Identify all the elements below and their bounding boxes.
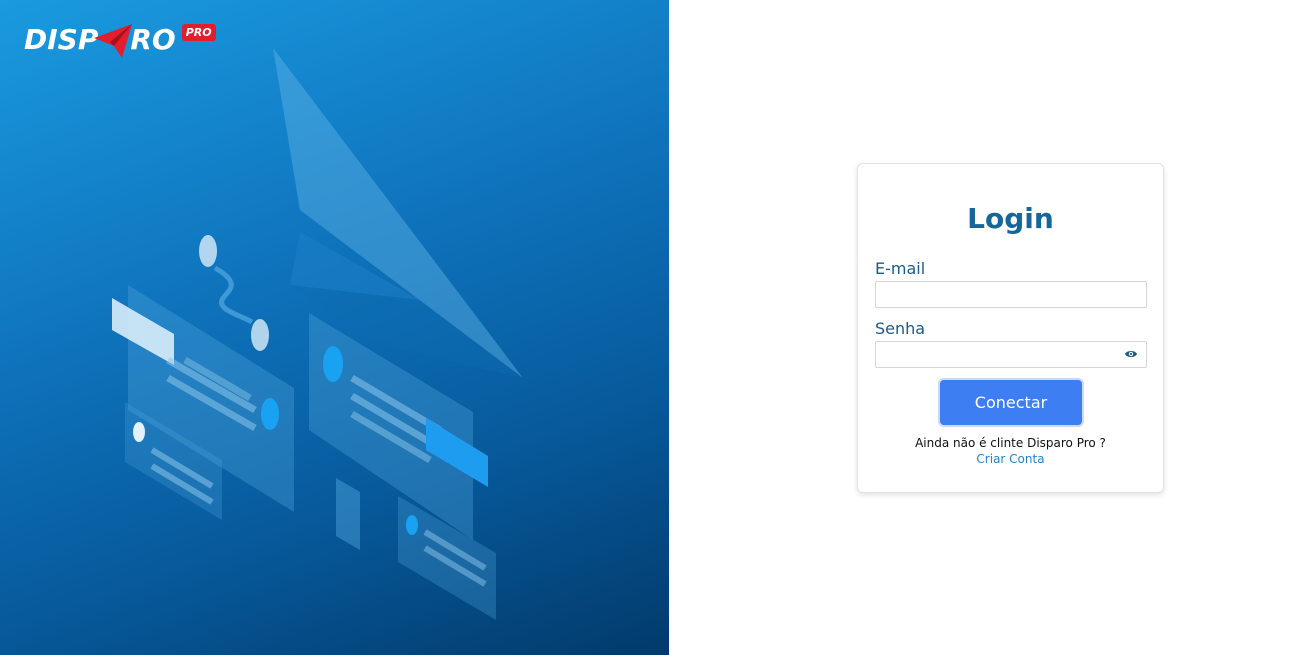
paper-plane-logo-icon <box>94 24 133 58</box>
logo-wordmark-left: DISP <box>24 23 99 56</box>
logo-wordmark-right: RO <box>130 23 176 56</box>
signup-prompt: Ainda não é clinte Disparo Pro ? <box>915 436 1106 450</box>
eye-icon[interactable] <box>1123 348 1139 360</box>
email-label: E-mail <box>875 259 926 278</box>
password-label: Senha <box>875 319 926 338</box>
brand-logo[interactable]: DISP RO PRO <box>24 18 216 62</box>
hero-panel: DISP RO PRO <box>0 0 669 655</box>
hero-illustration <box>112 48 523 620</box>
logo-pro-badge: PRO <box>181 24 216 41</box>
password-field[interactable] <box>875 341 1147 368</box>
login-card: Login E-mail Senha Conectar Ainda não é … <box>857 163 1164 493</box>
connect-button[interactable]: Conectar <box>938 378 1084 427</box>
create-account-link[interactable]: Criar Conta <box>858 452 1163 466</box>
login-title: Login <box>967 202 1054 235</box>
email-field[interactable] <box>875 281 1147 308</box>
